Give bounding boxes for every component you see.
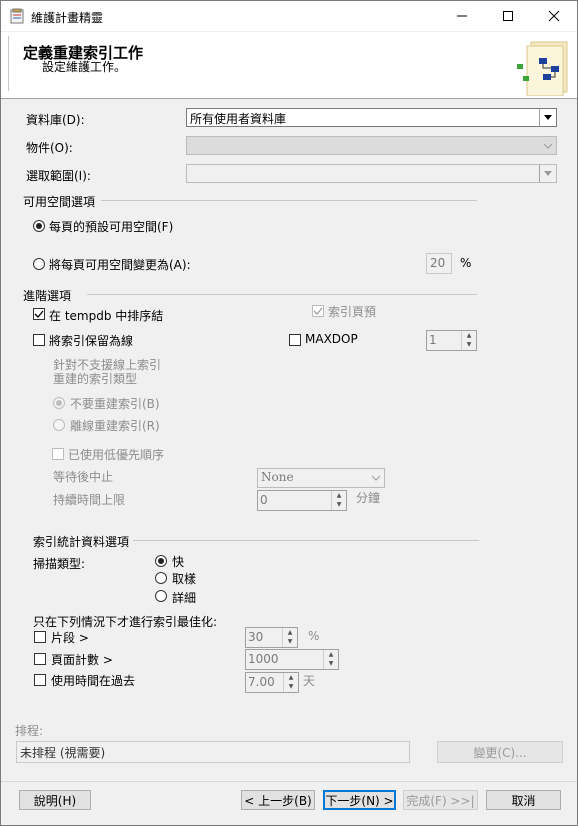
page-subtitle: 設定維護工作。 [42, 60, 127, 74]
scan-sampled-label: 取樣 [172, 572, 197, 586]
free-space-percent-input[interactable]: 20 [426, 253, 452, 274]
scan-type-label: 掃描類型: [33, 557, 86, 571]
title-bar: 維護計畫精靈 [1, 1, 577, 31]
database-label: 資料庫(D): [26, 113, 85, 127]
free-space-percent-value: 20 [430, 256, 446, 270]
used-in-last-stepper[interactable]: 7.00 ▲ ▼ [245, 672, 299, 693]
page-count-stepper[interactable]: 1000 ▲ ▼ [245, 649, 339, 670]
used-in-last-label: 使用時間在過去 [51, 674, 136, 688]
maxdop-stepper[interactable]: 1 ▲ ▼ [426, 330, 477, 351]
max-duration-stepper[interactable]: 0 ▲ ▼ [257, 490, 347, 511]
pad-index-checkbox[interactable] [312, 305, 324, 317]
maxdop-label: MAXDOP [305, 332, 358, 346]
scan-sampled-radio[interactable] [155, 572, 167, 584]
next-button[interactable]: 下一步(N) > [323, 790, 396, 810]
fragment-label: 片段 > [51, 631, 89, 645]
stepper-buttons[interactable]: ▲ ▼ [331, 491, 346, 510]
wizard-header: 定義重建索引工作 設定維護工作。 [1, 32, 577, 99]
sort-in-tempdb-label: 在 tempdb 中排序結 [49, 309, 164, 323]
change-free-space-label: 將每頁可用空間變更為(A): [49, 258, 191, 272]
footer-divider [1, 781, 577, 782]
database-select[interactable]: 所有使用者資料庫 [186, 108, 557, 127]
scan-detailed-radio[interactable] [155, 590, 167, 602]
fragment-percent-unit: % [308, 629, 320, 643]
sort-in-tempdb-checkbox[interactable] [33, 308, 45, 320]
keep-online-checkbox[interactable] [33, 334, 45, 346]
finish-button[interactable]: 完成(F) >>| [403, 790, 478, 810]
app-icon [9, 8, 25, 24]
stepper-buttons[interactable]: ▲ ▼ [283, 673, 298, 692]
stepper-buttons[interactable]: ▲ ▼ [323, 650, 338, 669]
fragment-value: 30 [248, 630, 264, 644]
days-unit: 天 [303, 674, 316, 688]
group-divider [101, 200, 477, 201]
object-label: 物件(O): [26, 141, 73, 155]
object-select[interactable] [186, 136, 557, 155]
default-free-space-label: 每頁的預設可用空間(F) [49, 220, 174, 234]
help-button[interactable]: 說明(H) [19, 790, 91, 810]
chevron-down-icon [540, 137, 556, 154]
header-divider [8, 36, 9, 91]
wizard-illustration-icon [517, 38, 571, 97]
chevron-down-icon [368, 469, 384, 486]
abort-after-wait-label: 等待後中止 [53, 470, 114, 484]
max-duration-value: 0 [260, 493, 268, 507]
used-in-last-checkbox[interactable] [34, 674, 46, 686]
scan-fast-label: 快 [172, 555, 185, 569]
scope-select[interactable] [186, 164, 557, 183]
maxdop-checkbox[interactable] [289, 334, 301, 346]
close-icon [548, 10, 560, 22]
stepper-buttons[interactable]: ▲ ▼ [282, 628, 297, 647]
schedule-value: 未排程 (視需要) [20, 746, 106, 760]
page-count-label: 頁面計數 > [51, 653, 113, 667]
maximize-button[interactable] [485, 1, 531, 31]
window-title: 維護計畫精靈 [31, 11, 104, 25]
change-free-space-radio[interactable] [33, 258, 45, 270]
page-count-checkbox[interactable] [34, 653, 46, 665]
fragment-stepper[interactable]: 30 ▲ ▼ [245, 627, 298, 648]
advanced-group-label: 進階選項 [23, 289, 72, 303]
close-button[interactable] [531, 1, 577, 31]
fragment-checkbox[interactable] [34, 631, 46, 643]
maximize-icon [503, 11, 513, 21]
optimize-condition-title: 只在下列情況下才進行索引最佳化: [33, 615, 218, 629]
low-priority-label: 已使用低優先順序 [68, 448, 165, 462]
percent-unit: % [460, 256, 472, 270]
stats-group-label: 索引統計資料選項 [33, 535, 130, 549]
schedule-label: 排程: [15, 724, 44, 738]
scope-label: 選取範圍(I): [26, 169, 91, 183]
group-divider [133, 540, 479, 541]
minimize-icon [457, 15, 467, 17]
wizard-window: 維護計畫精靈 定義重建索引工作 設定維護工作。 資料庫(D): 所有使用者資料庫… [0, 0, 578, 826]
used-in-last-value: 7.00 [248, 675, 275, 689]
no-rebuild-radio[interactable] [53, 397, 65, 409]
scan-fast-radio[interactable] [155, 555, 167, 567]
group-divider [87, 294, 477, 295]
back-button[interactable]: < 上一步(B) [241, 790, 315, 810]
abort-after-wait-value: None [261, 470, 294, 484]
chevron-down-icon [539, 165, 556, 182]
low-priority-checkbox[interactable] [52, 448, 64, 460]
offline-rebuild-radio[interactable] [53, 419, 65, 431]
abort-after-wait-select[interactable]: None [257, 468, 385, 488]
chevron-down-icon [539, 109, 556, 126]
max-duration-label: 持續時間上限 [53, 493, 126, 507]
no-rebuild-label: 不要重建索引(B) [70, 397, 160, 411]
minimize-button[interactable] [439, 1, 485, 31]
scan-detailed-label: 詳細 [172, 591, 197, 605]
keep-online-label: 將索引保留為線 [49, 334, 134, 348]
offline-note: 針對不支援線上索引 重建的索引類型 [53, 358, 162, 386]
offline-rebuild-label: 離線重建索引(R) [70, 419, 160, 433]
minutes-unit: 分鐘 [356, 491, 381, 505]
stepper-buttons[interactable]: ▲ ▼ [461, 331, 476, 350]
default-free-space-radio[interactable] [33, 220, 45, 232]
cancel-button[interactable]: 取消 [486, 790, 561, 810]
maxdop-value: 1 [429, 333, 437, 347]
free-space-group-label: 可用空間選項 [23, 195, 96, 209]
change-schedule-button[interactable]: 變更(C)... [437, 741, 563, 763]
page-count-value: 1000 [248, 652, 279, 666]
pad-index-label: 索引頁預 [328, 305, 377, 319]
database-value: 所有使用者資料庫 [190, 112, 287, 126]
schedule-field: 未排程 (視需要) [16, 741, 410, 763]
